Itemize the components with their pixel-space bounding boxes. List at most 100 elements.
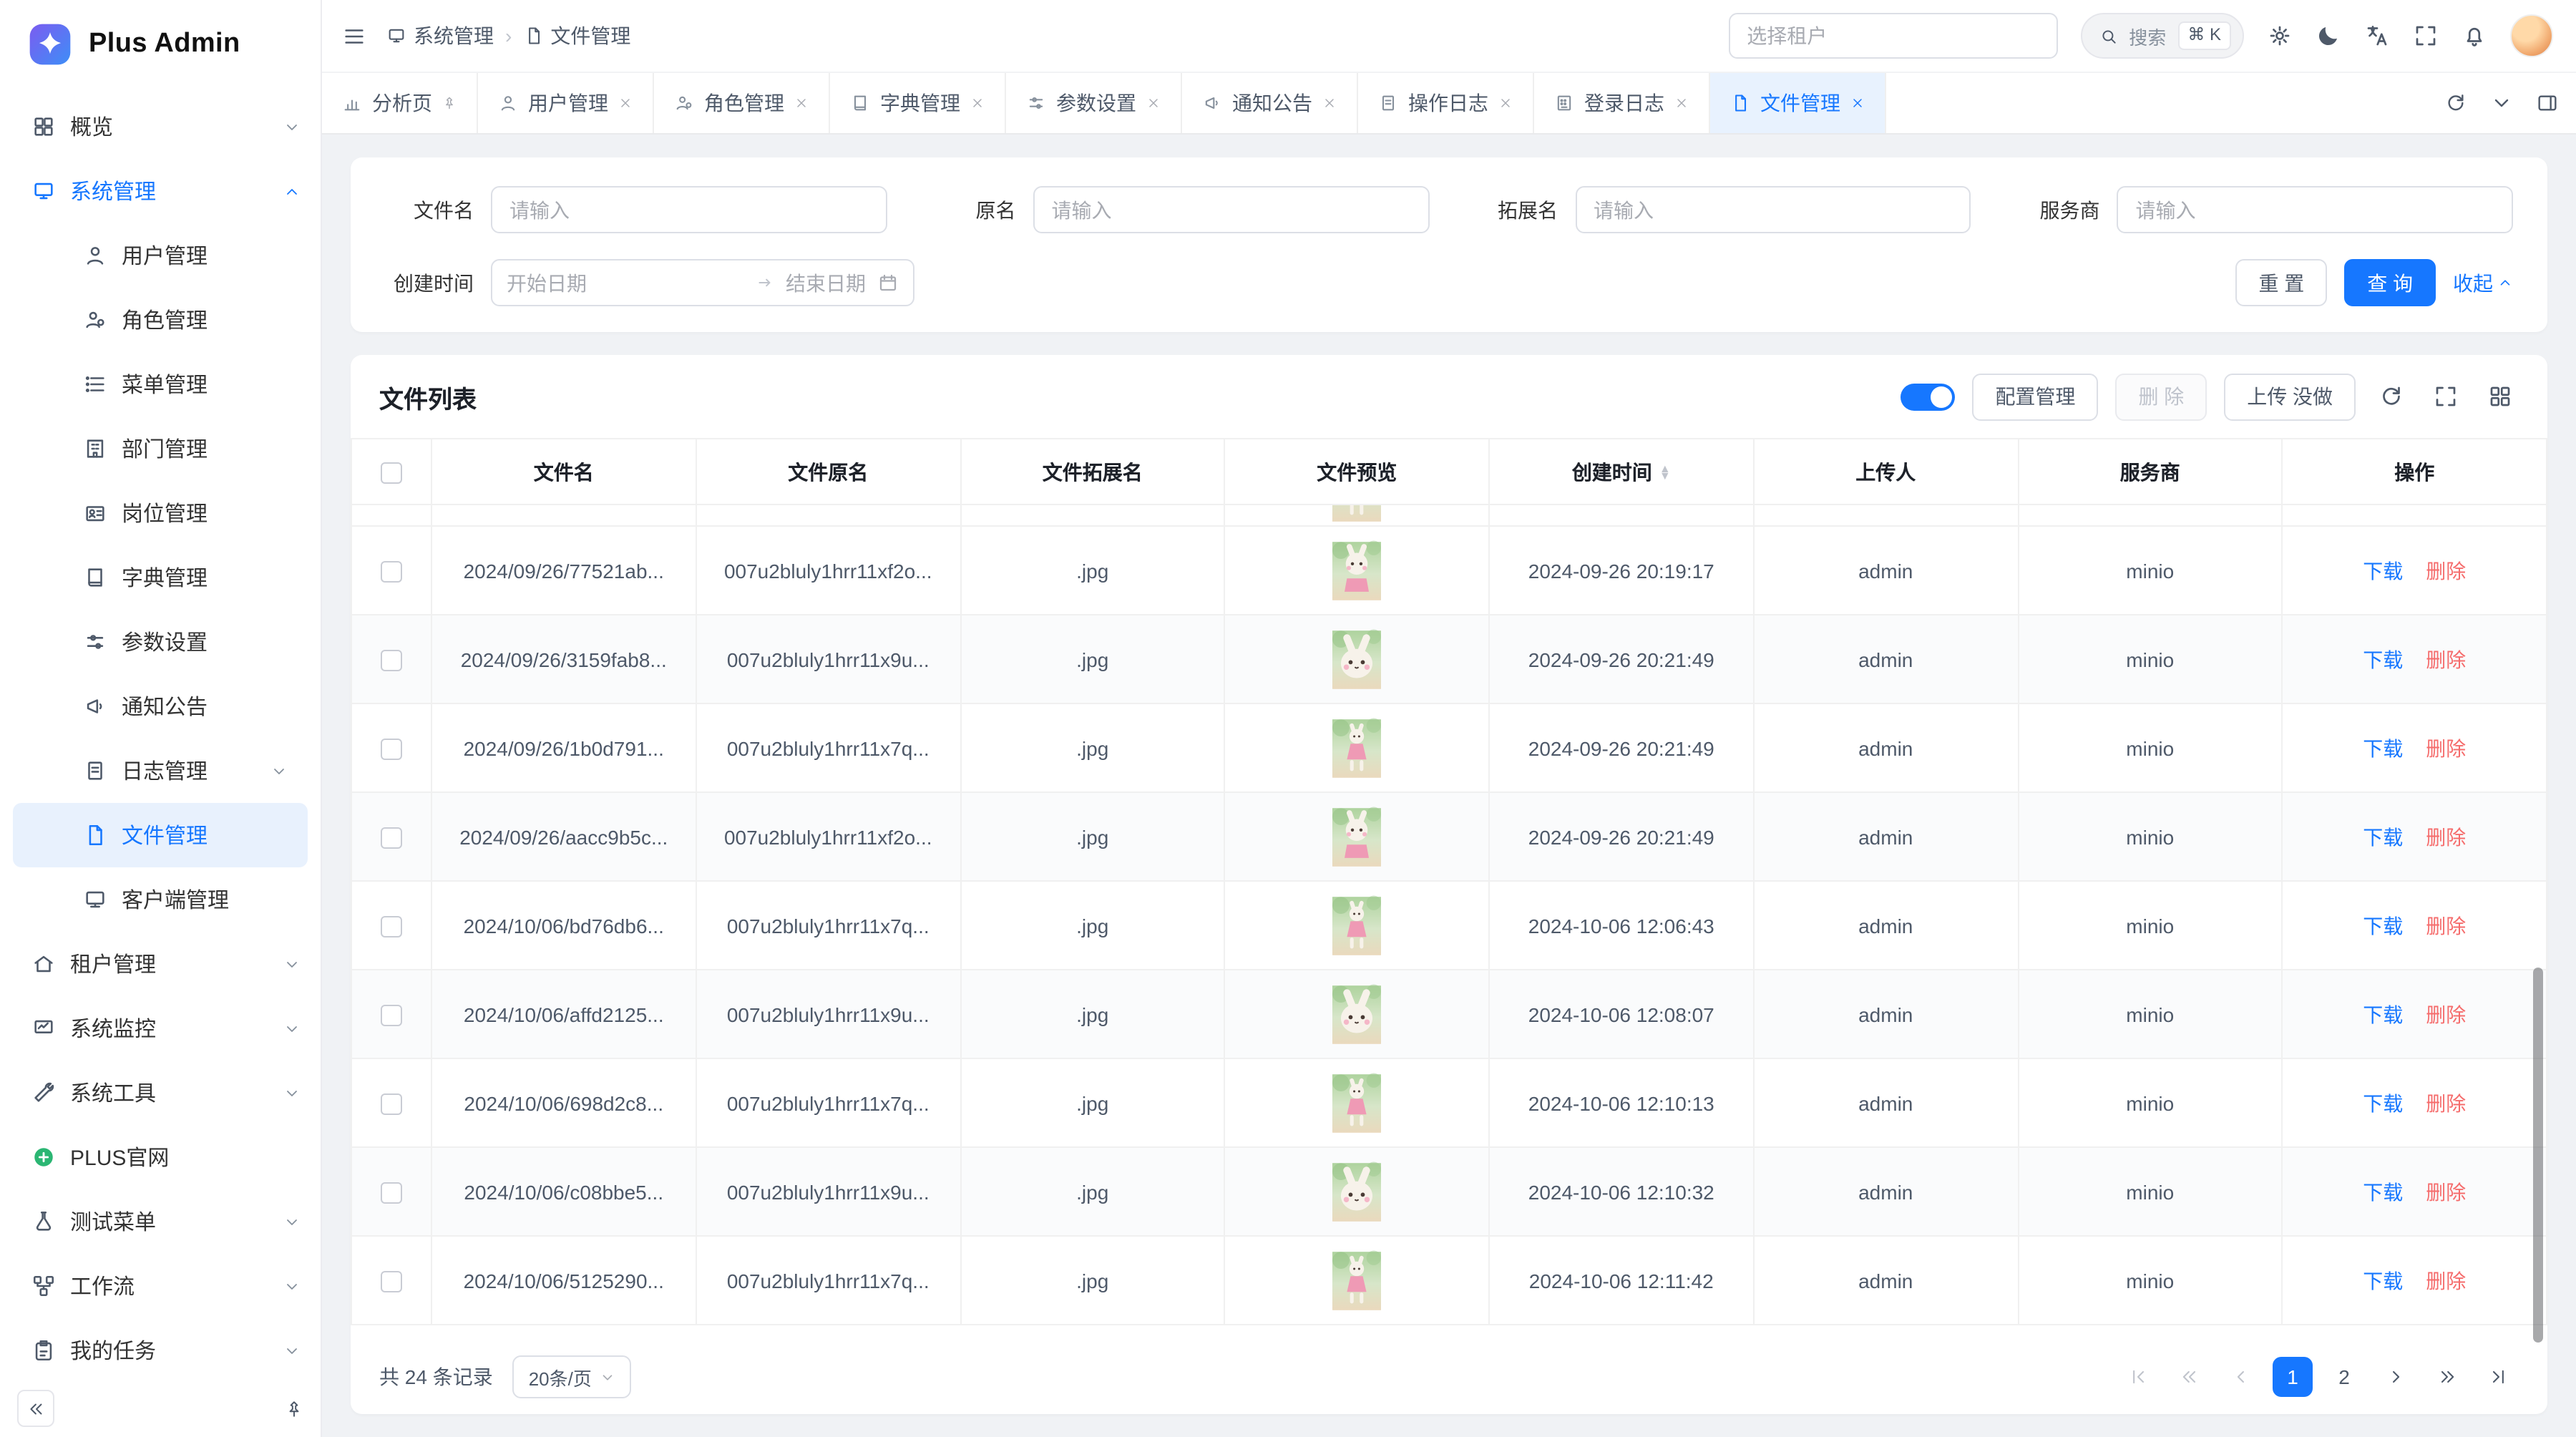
fullscreen-icon[interactable] xyxy=(2413,23,2439,49)
batch-delete-button[interactable]: 删 除 xyxy=(2115,373,2207,420)
refresh-tab-icon[interactable] xyxy=(2444,92,2467,115)
tenant-select[interactable] xyxy=(1728,13,2057,59)
download-link[interactable]: 下载 xyxy=(2363,1091,2403,1114)
download-link[interactable]: 下载 xyxy=(2363,914,2403,937)
notifications-bell-icon[interactable] xyxy=(2462,23,2487,49)
table-scroll-area[interactable]: 文件名 文件原名 文件拓展名 文件预览 创建时间▲▼ 上传人 服务商 操作 xyxy=(351,438,2547,1340)
next-page-button[interactable] xyxy=(2376,1357,2416,1397)
sidebar-item-系统监控[interactable]: 系统监控 xyxy=(0,996,321,1061)
tab-close-icon[interactable] xyxy=(970,96,985,110)
collapse-sidebar-button[interactable] xyxy=(17,1390,54,1427)
tab-close-icon[interactable] xyxy=(1674,96,1689,110)
config-management-button[interactable]: 配置管理 xyxy=(1972,373,2098,420)
delete-link[interactable]: 删除 xyxy=(2426,1269,2466,1292)
file-preview-image[interactable] xyxy=(1237,539,1478,602)
sidebar-subitem-日志管理[interactable]: 日志管理 xyxy=(13,739,308,803)
tab-pin-icon[interactable] xyxy=(442,96,457,110)
file-preview-image[interactable] xyxy=(1226,505,1489,525)
row-checkbox[interactable] xyxy=(381,1093,402,1115)
row-checkbox[interactable] xyxy=(381,1271,402,1292)
col-preview[interactable]: 文件预览 xyxy=(1225,439,1490,505)
sidebar-item-租户管理[interactable]: 租户管理 xyxy=(0,932,321,996)
extension-input[interactable] xyxy=(1575,186,1971,233)
sidebar-subitem-参数设置[interactable]: 参数设置 xyxy=(13,610,308,674)
reset-button[interactable]: 重 置 xyxy=(2235,259,2327,306)
sidebar-subitem-岗位管理[interactable]: 岗位管理 xyxy=(13,481,308,545)
file-preview-image[interactable] xyxy=(1237,894,1478,957)
expand-table-icon[interactable] xyxy=(2433,384,2459,409)
hamburger-menu-icon[interactable] xyxy=(342,24,366,48)
translate-icon[interactable] xyxy=(2364,23,2390,49)
tab-分析页[interactable]: 分析页 xyxy=(322,73,478,133)
col-extension[interactable]: 文件拓展名 xyxy=(960,439,1225,505)
tab-close-icon[interactable] xyxy=(618,96,633,110)
column-settings-icon[interactable] xyxy=(2487,384,2513,409)
sidebar-item-系统工具[interactable]: 系统工具 xyxy=(0,1061,321,1125)
delete-link[interactable]: 删除 xyxy=(2426,1003,2466,1026)
download-link[interactable]: 下载 xyxy=(2363,559,2403,582)
sidebar-subitem-部门管理[interactable]: 部门管理 xyxy=(13,417,308,481)
col-created[interactable]: 创建时间▲▼ xyxy=(1489,439,1754,505)
sidebar-item-我的任务[interactable]: 我的任务 xyxy=(0,1318,321,1380)
sidebar-item-PLUS官网[interactable]: PLUS官网 xyxy=(0,1125,321,1189)
delete-link[interactable]: 删除 xyxy=(2426,559,2466,582)
tab-close-icon[interactable] xyxy=(1322,96,1337,110)
col-file-name[interactable]: 文件名 xyxy=(431,439,696,505)
select-all-checkbox[interactable] xyxy=(381,462,402,484)
prev-page-button[interactable] xyxy=(2221,1357,2261,1397)
tab-close-icon[interactable] xyxy=(1850,96,1865,110)
row-checkbox[interactable] xyxy=(381,561,402,583)
col-actions[interactable]: 操作 xyxy=(2283,439,2547,505)
sidebar-subitem-通知公告[interactable]: 通知公告 xyxy=(13,674,308,739)
jump-back-button[interactable] xyxy=(2170,1357,2210,1397)
delete-link[interactable]: 删除 xyxy=(2426,736,2466,759)
tab-用户管理[interactable]: 用户管理 xyxy=(478,73,654,133)
tab-操作日志[interactable]: 操作日志 xyxy=(1358,73,1534,133)
date-range-picker[interactable]: 开始日期 结束日期 xyxy=(491,259,914,306)
global-search[interactable]: 搜索 ⌘ K xyxy=(2080,13,2244,59)
delete-link[interactable]: 删除 xyxy=(2426,1091,2466,1114)
jump-forward-button[interactable] xyxy=(2427,1357,2467,1397)
sort-icon[interactable]: ▲▼ xyxy=(1659,467,1671,481)
collapse-filters-link[interactable]: 收起 xyxy=(2453,268,2513,297)
pin-icon[interactable] xyxy=(285,1399,303,1418)
sidebar-subitem-角色管理[interactable]: 角色管理 xyxy=(13,288,308,352)
query-button[interactable]: 查 询 xyxy=(2344,259,2436,306)
file-preview-image[interactable] xyxy=(1237,716,1478,779)
page-number-1[interactable]: 1 xyxy=(2273,1357,2313,1397)
row-checkbox[interactable] xyxy=(381,827,402,849)
col-provider[interactable]: 服务商 xyxy=(2018,439,2283,505)
file-preview-image[interactable] xyxy=(1237,1249,1478,1312)
tab-通知公告[interactable]: 通知公告 xyxy=(1182,73,1358,133)
sidebar-item-测试菜单[interactable]: 测试菜单 xyxy=(0,1189,321,1254)
tab-文件管理[interactable]: 文件管理 xyxy=(1710,73,1886,133)
download-link[interactable]: 下载 xyxy=(2363,1180,2403,1203)
file-preview-image[interactable] xyxy=(1237,1071,1478,1134)
delete-link[interactable]: 删除 xyxy=(2426,914,2466,937)
sidebar-subitem-菜单管理[interactable]: 菜单管理 xyxy=(13,352,308,417)
row-checkbox[interactable] xyxy=(381,739,402,760)
row-checkbox[interactable] xyxy=(381,650,402,671)
tab-登录日志[interactable]: 登录日志 xyxy=(1534,73,1710,133)
delete-link[interactable]: 删除 xyxy=(2426,825,2466,848)
delete-link[interactable]: 删除 xyxy=(2426,1180,2466,1203)
breadcrumb-item-file[interactable]: 文件管理 xyxy=(523,21,630,50)
download-link[interactable]: 下载 xyxy=(2363,825,2403,848)
row-checkbox[interactable] xyxy=(381,1182,402,1204)
toggle-switch[interactable] xyxy=(1901,383,1955,410)
tab-参数设置[interactable]: 参数设置 xyxy=(1006,73,1182,133)
file-preview-image[interactable] xyxy=(1237,805,1478,868)
download-link[interactable]: 下载 xyxy=(2363,648,2403,671)
tab-actions-chevron-down-icon[interactable] xyxy=(2490,92,2513,115)
user-avatar[interactable] xyxy=(2510,14,2553,57)
settings-gear-icon[interactable] xyxy=(2267,23,2293,49)
upload-button[interactable]: 上传 没做 xyxy=(2224,373,2356,420)
file-preview-image[interactable] xyxy=(1237,1160,1478,1223)
sidebar-subitem-字典管理[interactable]: 字典管理 xyxy=(13,545,308,610)
first-page-button[interactable] xyxy=(2118,1357,2158,1397)
breadcrumb-item-system[interactable]: 系统管理 xyxy=(386,21,494,50)
refresh-table-icon[interactable] xyxy=(2379,384,2404,409)
col-uploader[interactable]: 上传人 xyxy=(1754,439,2019,505)
original-name-input[interactable] xyxy=(1033,186,1430,233)
delete-link[interactable]: 删除 xyxy=(2426,648,2466,671)
